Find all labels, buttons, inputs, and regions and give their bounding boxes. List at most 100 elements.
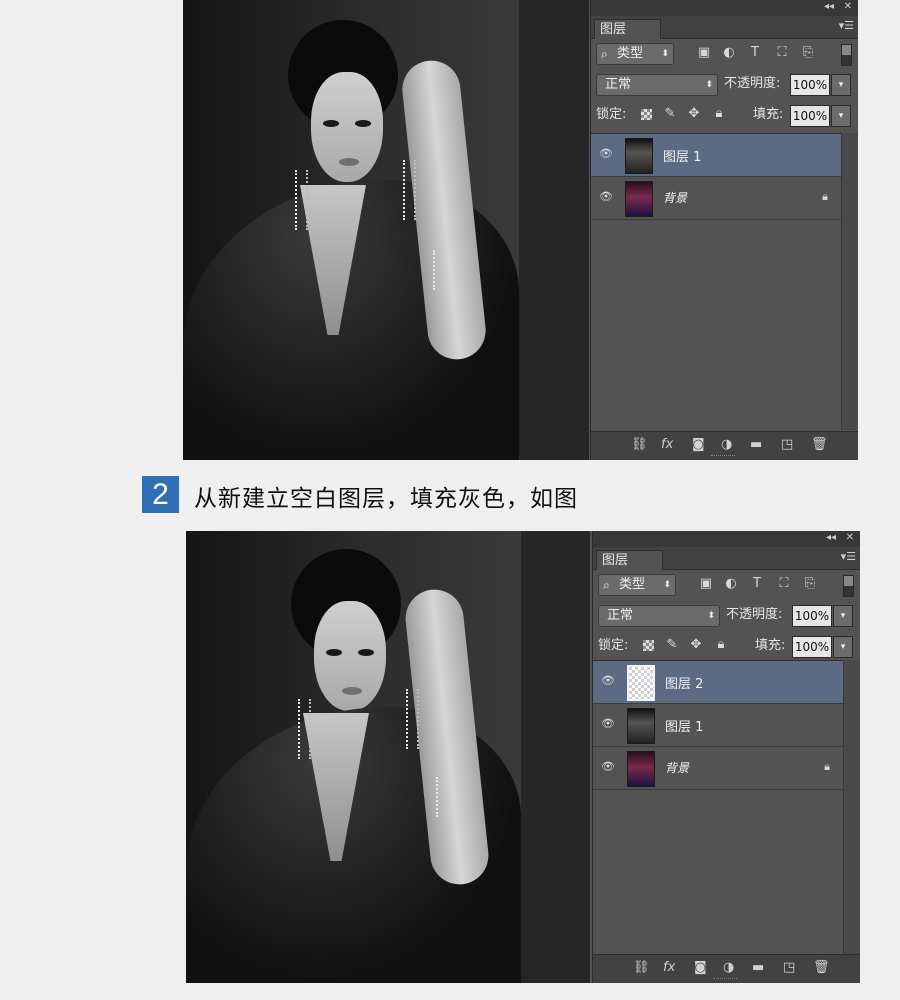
smart-object-filter-icon[interactable]: ⎘: [801, 46, 815, 60]
filter-kind-select[interactable]: ⌕ 类型 ⬍: [596, 43, 674, 65]
panel-menu-icon[interactable]: ▾☰: [839, 19, 854, 32]
type-filter-icon[interactable]: T: [748, 46, 762, 60]
mask-icon[interactable]: ◙: [694, 961, 707, 975]
opacity-input[interactable]: 100%: [790, 74, 830, 96]
layers-panel: ◂◂ ✕ 图层 ▾☰ ⌕ 类型 ⬍ ▣ ◐ T ⛶ ⎘ 正常 ⬍ 不透明度: 1…: [592, 531, 860, 983]
trash-icon[interactable]: 🗑︎: [811, 438, 828, 452]
lock-transparent-icon[interactable]: [643, 640, 654, 651]
panel-menu-icon[interactable]: ▾☰: [841, 550, 856, 563]
visibility-eye-icon[interactable]: 👁︎: [599, 191, 613, 203]
layer-row[interactable]: 👁︎ 背景 🔒︎: [591, 177, 842, 220]
photo-bracelet: [436, 777, 470, 817]
adjustment-filter-icon[interactable]: ◐: [722, 46, 736, 60]
layer-row[interactable]: 👁︎ 图层 1: [591, 134, 842, 177]
photo-lips: [339, 158, 359, 166]
search-icon: ⌕: [603, 578, 610, 592]
group-icon[interactable]: ▬: [752, 961, 764, 975]
fill-input[interactable]: 100%: [790, 105, 830, 127]
lock-move-icon[interactable]: ✥: [689, 638, 703, 652]
layer-scrollbar[interactable]: [843, 660, 860, 954]
layer-name: 背景: [665, 761, 690, 775]
resize-grip[interactable]: [713, 978, 737, 982]
fill-label: 填充:: [753, 107, 784, 122]
image-filter-icon[interactable]: ▣: [697, 46, 711, 60]
layer-scrollbar[interactable]: [841, 133, 858, 430]
photo-lips: [342, 687, 362, 695]
layer-name: 图层 2: [665, 677, 704, 692]
adjustment-filter-icon[interactable]: ◐: [724, 577, 738, 591]
link-icon[interactable]: ⛓: [631, 438, 648, 452]
photo-earring-right: [403, 160, 416, 220]
image-filter-icon[interactable]: ▣: [699, 577, 713, 591]
fx-icon[interactable]: fx: [663, 961, 675, 975]
fill-input[interactable]: 100%: [792, 636, 832, 658]
fill-label: 填充:: [755, 638, 786, 653]
stepper-arrows-icon: ⬍: [663, 580, 671, 590]
link-icon[interactable]: ⛓: [633, 961, 650, 975]
filter-toggle[interactable]: [843, 575, 854, 597]
collapse-icon[interactable]: ◂◂: [826, 532, 836, 543]
shape-filter-icon[interactable]: ⛶: [777, 577, 791, 591]
lock-row: 锁定: ✎ ✥ 🔒︎ 填充: 100% ▾: [593, 632, 860, 663]
filter-kind-label: 类型: [619, 577, 646, 592]
stepper-arrows-icon: ⬍: [707, 611, 715, 621]
close-icon[interactable]: ✕: [844, 1, 852, 12]
panel-tab-row: 图层 ▾☰: [593, 547, 860, 570]
tab-layers[interactable]: 图层: [594, 19, 662, 39]
filter-toggle[interactable]: [841, 44, 852, 66]
layer-thumbnail: [625, 138, 653, 174]
visibility-eye-icon[interactable]: 👁︎: [599, 148, 613, 160]
blend-mode-select[interactable]: 正常 ⬍: [598, 605, 720, 627]
smart-object-filter-icon[interactable]: ⎘: [803, 577, 817, 591]
panel-bottom-bar: ⛓ fx ◙ ◑ ▬ ◳ 🗑︎: [591, 431, 858, 460]
filter-kind-select[interactable]: ⌕ 类型 ⬍: [598, 574, 676, 596]
layer-thumbnail: [627, 708, 655, 744]
layer-name: 图层 1: [665, 720, 704, 735]
shape-filter-icon[interactable]: ⛶: [775, 46, 789, 60]
opacity-input[interactable]: 100%: [792, 605, 832, 627]
photo-earring-left: [295, 170, 308, 230]
lock-transparent-icon[interactable]: [641, 109, 652, 120]
canvas-area: [519, 0, 589, 460]
lock-label: 锁定:: [596, 107, 627, 122]
mask-icon[interactable]: ◙: [692, 438, 705, 452]
group-icon[interactable]: ▬: [750, 438, 762, 452]
visibility-eye-icon[interactable]: 👁︎: [601, 761, 615, 773]
layer-row[interactable]: 👁︎ 图层 1: [593, 704, 844, 747]
layer-name: 图层 1: [663, 150, 702, 165]
photo-eye-left: [326, 649, 342, 656]
fx-icon[interactable]: fx: [661, 438, 673, 452]
canvas-area: [521, 531, 590, 983]
layer-lock-icon: 🔒︎: [822, 190, 828, 203]
opacity-dropdown-icon[interactable]: ▾: [831, 74, 851, 96]
new-layer-icon[interactable]: ◳: [781, 438, 793, 452]
type-filter-icon[interactable]: T: [750, 577, 764, 591]
photo-bracelet: [433, 250, 467, 290]
lock-brush-icon[interactable]: ✎: [663, 107, 677, 121]
fill-dropdown-icon[interactable]: ▾: [833, 636, 853, 658]
tab-layers[interactable]: 图层: [596, 550, 664, 570]
blend-mode-value: 正常: [607, 608, 634, 623]
adjustment-icon[interactable]: ◑: [721, 438, 732, 452]
new-layer-icon[interactable]: ◳: [783, 961, 795, 975]
adjustment-icon[interactable]: ◑: [723, 961, 734, 975]
visibility-eye-icon[interactable]: 👁︎: [601, 718, 615, 730]
lock-brush-icon[interactable]: ✎: [665, 638, 679, 652]
resize-grip[interactable]: [711, 455, 735, 459]
visibility-eye-icon[interactable]: 👁︎: [601, 675, 615, 687]
layer-row[interactable]: 👁︎ 背景 🔒︎: [593, 747, 844, 790]
layer-thumbnail: [625, 181, 653, 217]
layer-thumbnail: [627, 665, 655, 701]
lock-all-icon[interactable]: 🔒︎: [712, 107, 726, 121]
trash-icon[interactable]: 🗑︎: [813, 961, 830, 975]
blend-mode-select[interactable]: 正常 ⬍: [596, 74, 718, 96]
lock-all-icon[interactable]: 🔒︎: [714, 638, 728, 652]
collapse-icon[interactable]: ◂◂: [824, 1, 834, 12]
canvas-photo: [183, 0, 519, 460]
fill-dropdown-icon[interactable]: ▾: [831, 105, 851, 127]
screenshot-bottom: ◂◂ ✕ 图层 ▾☰ ⌕ 类型 ⬍ ▣ ◐ T ⛶ ⎘ 正常 ⬍ 不透明度: 1…: [186, 531, 860, 983]
close-icon[interactable]: ✕: [846, 532, 854, 543]
layer-row[interactable]: 👁︎ 图层 2: [593, 661, 844, 704]
lock-move-icon[interactable]: ✥: [687, 107, 701, 121]
opacity-dropdown-icon[interactable]: ▾: [833, 605, 853, 627]
